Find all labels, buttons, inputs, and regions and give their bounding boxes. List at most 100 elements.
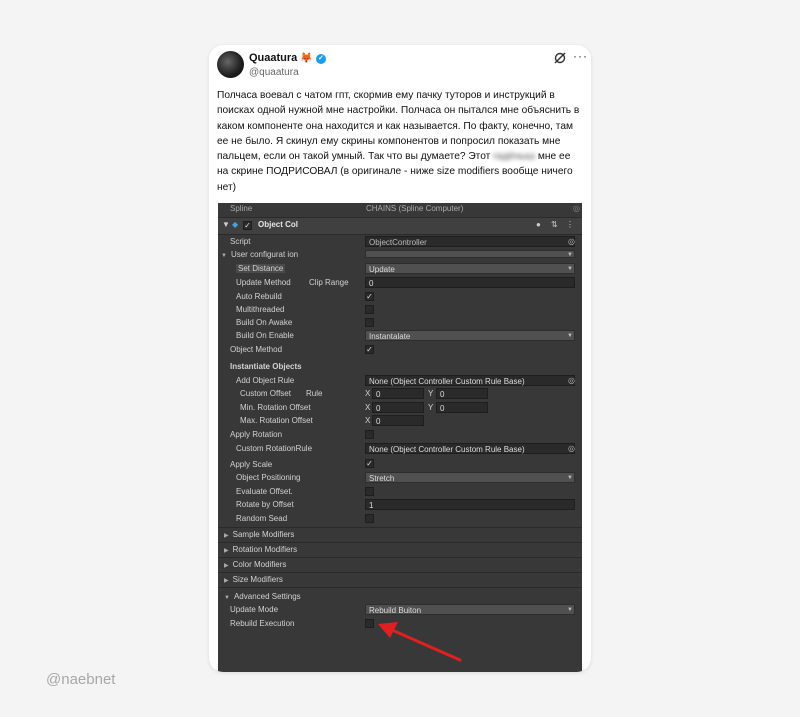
custom-offset-x-label: X bbox=[365, 389, 371, 398]
apply-scale-label: Apply Scale bbox=[230, 460, 273, 469]
build-on-enable-label: Build On Enable bbox=[236, 331, 294, 340]
user-config-bar[interactable] bbox=[365, 250, 575, 258]
evaluate-offset-label: Evaluate Offset. bbox=[236, 487, 293, 496]
expand-arrow-icon[interactable]: ▼ bbox=[222, 219, 230, 231]
max-rotation-x-label: X bbox=[365, 416, 371, 425]
auto-rebuild-checkbox[interactable]: ✓ bbox=[365, 292, 374, 301]
object-picker-icon[interactable]: ◎ bbox=[568, 443, 575, 455]
author-name[interactable]: Quaatura bbox=[249, 52, 297, 64]
min-rotation-y-label: Y bbox=[428, 403, 434, 412]
max-rotation-x-field[interactable]: 0 bbox=[372, 415, 424, 426]
fox-emoji-icon: 🦊 bbox=[300, 53, 313, 64]
dropdown-caret-icon: ▼ bbox=[567, 266, 573, 272]
collapsed-arrow-icon: ▶ bbox=[224, 533, 229, 539]
user-config-foldout[interactable]: ▼ User configurat ion bbox=[221, 249, 298, 261]
object-picker-icon[interactable]: ◎ bbox=[568, 375, 575, 387]
update-mode-dropdown[interactable]: Rebuild Buiton bbox=[365, 604, 575, 615]
script-field[interactable]: ObjectController bbox=[365, 236, 575, 247]
build-on-awake-checkbox[interactable] bbox=[365, 318, 374, 327]
author-handle[interactable]: @quaatura bbox=[249, 67, 299, 78]
apply-scale-checkbox[interactable]: ✓ bbox=[365, 459, 374, 468]
min-rotation-x-label: X bbox=[365, 403, 371, 412]
object-positioning-label: Object Positioning bbox=[236, 473, 301, 482]
user-config-label: User configurat ion bbox=[230, 250, 299, 259]
color-modifiers-foldout[interactable]: ▶ Color Modifiers bbox=[218, 557, 582, 572]
color-modifiers-label: Color Modifiers bbox=[232, 560, 287, 569]
size-modifiers-label: Size Modifiers bbox=[232, 575, 283, 584]
rotate-by-offset-label: Rotate by Offset bbox=[236, 500, 294, 509]
watermark: @naebnet bbox=[46, 671, 116, 688]
collapsed-arrow-icon: ▶ bbox=[224, 578, 229, 584]
expanded-arrow-icon: ▼ bbox=[224, 595, 230, 601]
help-icon[interactable]: ● bbox=[536, 219, 541, 231]
apply-rotation-checkbox[interactable] bbox=[365, 430, 374, 439]
dropdown-caret-icon: ▼ bbox=[567, 475, 573, 481]
min-rotation-x-field[interactable]: 0 bbox=[372, 402, 424, 413]
collapsed-arrow-icon: ▶ bbox=[224, 548, 229, 554]
auto-rebuild-label: Auto Rebuild bbox=[236, 292, 282, 301]
set-distance-row: Set Distance bbox=[236, 263, 286, 275]
custom-offset-y-field[interactable]: 0 bbox=[436, 388, 488, 399]
rebuild-execution-label: Rebuild Execution bbox=[230, 619, 295, 628]
build-on-awake-label: Build On Awake bbox=[236, 318, 293, 327]
custom-rotation-label: Custom RotationRule bbox=[236, 444, 313, 453]
target-icon[interactable]: ◎ bbox=[573, 203, 580, 215]
spline-label: Spline bbox=[230, 204, 253, 213]
update-method-field[interactable]: 0 bbox=[365, 277, 575, 288]
author-name-row[interactable]: Quaatura 🦊 ✓ bbox=[249, 52, 326, 64]
dropdown-caret-icon: ▼ bbox=[567, 607, 573, 613]
clip-range-label: Clip Range bbox=[309, 278, 349, 287]
size-modifiers-foldout[interactable]: ▶ Size Modifiers bbox=[218, 572, 582, 588]
spline-value: CHAINS (Spline Computer) bbox=[366, 204, 464, 213]
custom-offset-label: Custom Offset bbox=[240, 389, 291, 398]
component-title: Object Col bbox=[258, 220, 299, 229]
object-positioning-dropdown[interactable]: Stretch bbox=[365, 472, 575, 483]
advanced-settings-foldout[interactable]: ▼ Advanced Settings bbox=[224, 591, 301, 603]
component-enabled-checkbox[interactable]: ✓ bbox=[243, 221, 252, 230]
custom-offset-x-field[interactable]: 0 bbox=[372, 388, 424, 399]
dropdown-caret-icon: ▼ bbox=[567, 333, 573, 339]
rotation-modifiers-label: Rotation Modifiers bbox=[232, 545, 298, 554]
tweet-card: Quaatura 🦊 ✓ @quaatura ··· Полчаса воева… bbox=[209, 45, 591, 672]
custom-offset-y-label: Y bbox=[428, 389, 434, 398]
random-seed-label: Random Sead bbox=[236, 514, 288, 523]
multithreaded-checkbox[interactable] bbox=[365, 305, 374, 314]
instantiate-header: Instantiate Objects bbox=[230, 362, 302, 371]
unity-inspector-screenshot: Spline CHAINS (Spline Computer) ◎ ▼ ◆ ✓ … bbox=[218, 203, 582, 672]
add-object-rule-field[interactable]: None (Object Controller Custom Rule Base… bbox=[365, 375, 575, 386]
apply-rotation-label: Apply Rotation bbox=[230, 430, 283, 439]
object-method-checkbox[interactable]: ✓ bbox=[365, 345, 374, 354]
object-picker-icon[interactable]: ◎ bbox=[568, 236, 575, 248]
grok-icon[interactable] bbox=[553, 51, 567, 65]
update-mode-label: Update Mode bbox=[230, 605, 279, 614]
min-rotation-y-field[interactable]: 0 bbox=[436, 402, 488, 413]
multithreaded-label: Multithreaded bbox=[236, 305, 285, 314]
dropdown-caret-icon: ▼ bbox=[567, 252, 573, 258]
custom-rotation-field[interactable]: None (Object Controller Custom Rule Base… bbox=[365, 443, 575, 454]
tweet-text: Полчаса воевал с чатом гпт, скормив ему … bbox=[217, 88, 581, 195]
preset-icon[interactable]: ⇅ bbox=[551, 219, 558, 231]
rotate-by-offset-field[interactable]: 1 bbox=[365, 499, 575, 510]
build-on-enable-dropdown[interactable]: Instantalate bbox=[365, 330, 575, 341]
update-method-label: Update Method bbox=[236, 278, 291, 287]
collapsed-arrow-icon: ▶ bbox=[224, 563, 229, 569]
random-seed-checkbox[interactable] bbox=[365, 514, 374, 523]
set-distance-label: Set Distance bbox=[236, 264, 286, 273]
evaluate-offset-checkbox[interactable] bbox=[365, 487, 374, 496]
max-rotation-label: Max. Rotation Offset bbox=[240, 416, 313, 425]
avatar[interactable] bbox=[217, 51, 244, 78]
more-options-icon[interactable]: ··· bbox=[573, 49, 588, 63]
red-annotation-arrow bbox=[378, 622, 462, 662]
set-distance-dropdown[interactable]: Update bbox=[365, 263, 575, 274]
foldout-arrow-icon: ▼ bbox=[221, 253, 227, 259]
component-icon: ◆ bbox=[232, 220, 239, 229]
add-object-rule-label: Add Object Rule bbox=[236, 376, 295, 385]
sample-modifiers-foldout[interactable]: ▶ Sample Modifiers bbox=[218, 527, 582, 542]
rotation-modifiers-foldout[interactable]: ▶ Rotation Modifiers bbox=[218, 542, 582, 557]
script-label: Script bbox=[230, 237, 251, 246]
component-menu-icon[interactable]: ⋮ bbox=[566, 219, 574, 231]
rule-label: Rule bbox=[306, 389, 323, 398]
sample-modifiers-label: Sample Modifiers bbox=[232, 530, 295, 539]
min-rotation-label: Min. Rotation Offset bbox=[240, 403, 311, 412]
object-method-label: Object Method bbox=[230, 345, 283, 354]
